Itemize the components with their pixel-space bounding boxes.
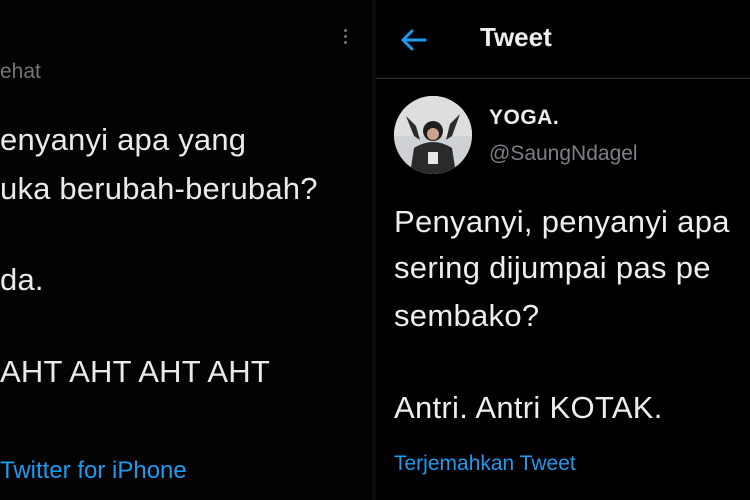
tweet-header: Tweet xyxy=(376,0,750,79)
arrow-left-icon[interactable] xyxy=(398,24,430,56)
tweet-text-line: sembako? xyxy=(394,298,540,333)
translate-tweet-link[interactable]: Terjemahkan Tweet xyxy=(394,452,576,476)
tweet-text-line: enyanyi apa yang xyxy=(0,122,247,157)
tweet-text-line: uka berubah-berubah? xyxy=(0,171,318,206)
right-tweet-panel: Tweet YOGA. @SaungNdagel Penyanyi, penya… xyxy=(376,0,750,500)
more-vertical-icon[interactable] xyxy=(341,26,349,52)
display-name[interactable]: YOGA. xyxy=(489,106,559,130)
tweet-text-line: sering dijumpai pas pe xyxy=(394,250,711,285)
username[interactable]: @SaungNdagel xyxy=(489,142,638,166)
tweet-text-line: Antri. Antri KOTAK. xyxy=(394,390,663,425)
tweet-source-link[interactable]: Twitter for iPhone xyxy=(0,457,187,485)
left-tweet-panel: ehat enyanyi apa yang uka berubah-beruba… xyxy=(0,0,372,500)
tweet-text-line: Penyanyi, penyanyi apa xyxy=(394,204,730,239)
tweet-text-line: AHT AHT AHT AHT xyxy=(0,354,271,389)
tweet-handle-fragment[interactable]: ehat xyxy=(0,60,41,84)
page-title: Tweet xyxy=(480,22,552,52)
tweet-text-line: da. xyxy=(0,262,44,297)
avatar[interactable] xyxy=(394,96,472,174)
